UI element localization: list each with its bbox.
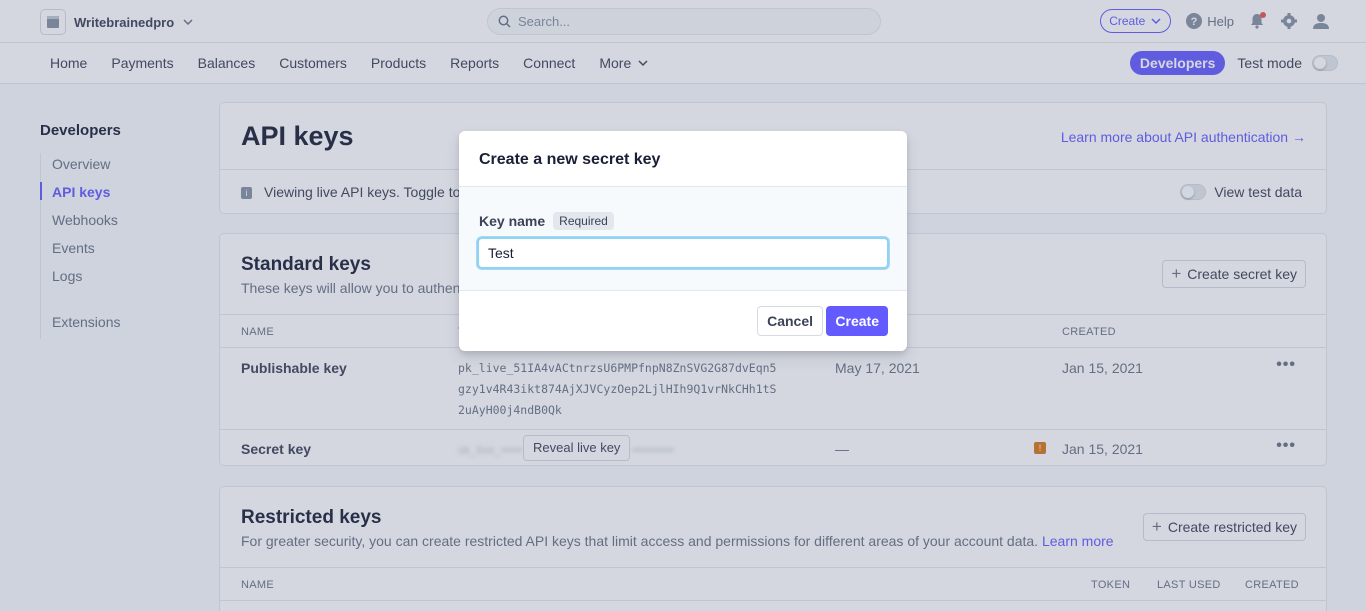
key-name-input[interactable] [477, 237, 889, 269]
create-key-button[interactable]: Create [826, 306, 888, 336]
dialog-footer: Cancel Create [459, 291, 907, 351]
required-badge: Required [553, 212, 614, 230]
cancel-button[interactable]: Cancel [757, 306, 823, 336]
create-secret-key-dialog: Create a new secret key Key name Require… [459, 131, 907, 351]
key-name-label: Key name Required [479, 212, 614, 230]
dialog-header: Create a new secret key [459, 131, 907, 187]
dialog-title: Create a new secret key [479, 151, 661, 168]
field-label: Key name [479, 213, 546, 229]
dialog-body: Key name Required [459, 187, 907, 291]
